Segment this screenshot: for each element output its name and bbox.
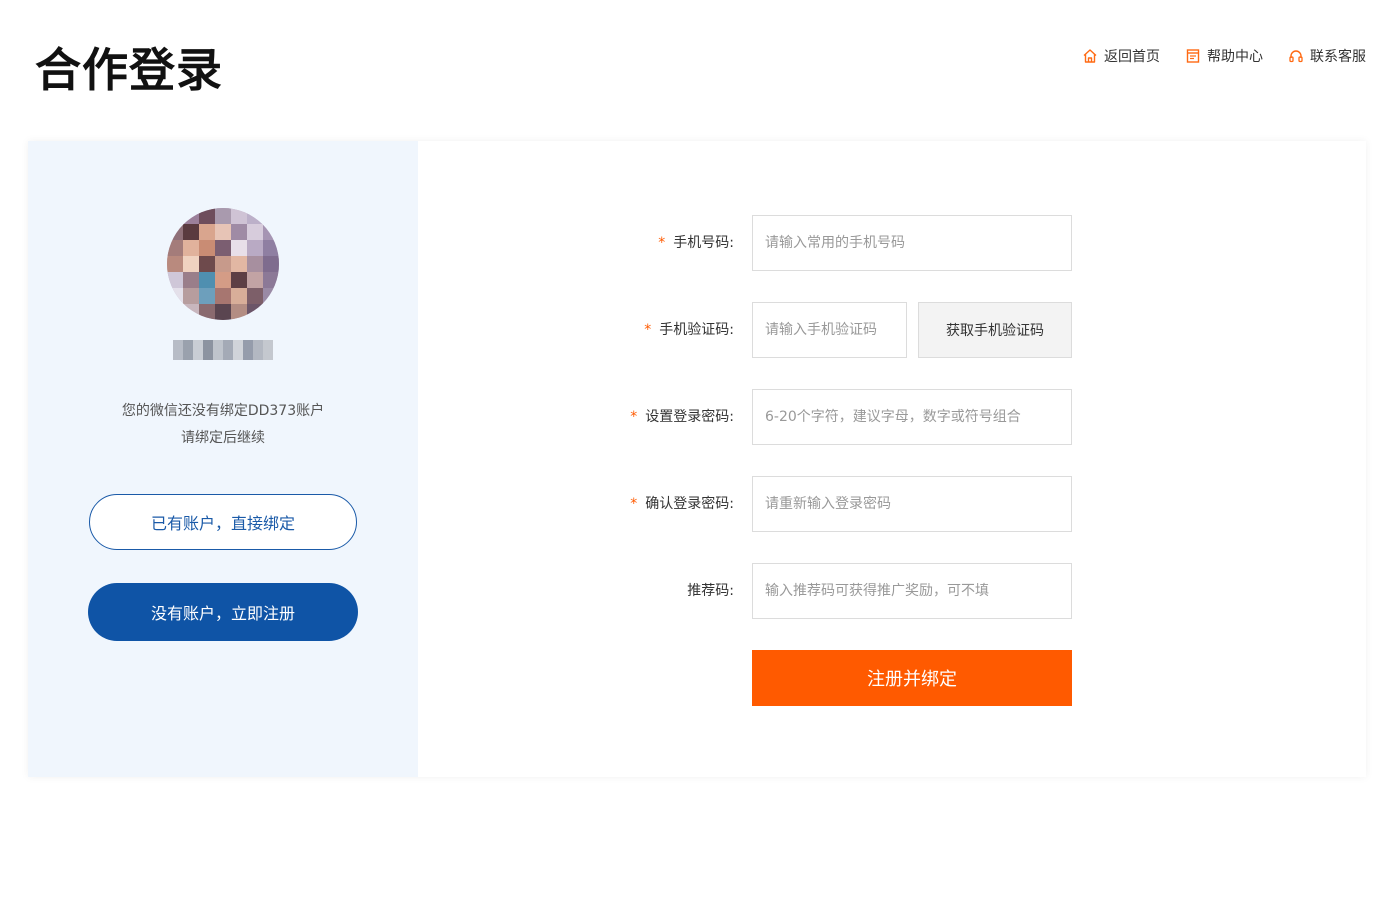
nav-home-label: 返回首页 xyxy=(1104,49,1160,65)
get-sms-code-button[interactable]: 获取手机验证码 xyxy=(918,302,1072,358)
sms-code-row: *手机验证码: 获取手机验证码 xyxy=(418,302,1366,358)
bind-message-line2: 请绑定后继续 xyxy=(181,430,265,446)
confirm-password-row: * 确认登录密码: xyxy=(418,476,1366,532)
nav-help-label: 帮助中心 xyxy=(1207,49,1263,65)
nav-support-label: 联系客服 xyxy=(1310,49,1366,65)
account-info-panel: 您的微信还没有绑定DD373账户 请绑定后继续 已有账户，直接绑定 没有账户，立… xyxy=(28,141,418,777)
home-icon xyxy=(1083,49,1097,63)
phone-label: * 手机号码: xyxy=(658,235,734,251)
book-icon xyxy=(1186,49,1200,63)
required-mark: * xyxy=(658,235,666,251)
page-title: 合作登录 xyxy=(35,43,223,97)
avatar xyxy=(167,208,279,320)
bind-existing-account-button[interactable]: 已有账户，直接绑定 xyxy=(89,494,357,550)
nickname-blurred xyxy=(173,340,273,360)
referral-row: 推荐码: xyxy=(418,563,1366,619)
required-mark: * xyxy=(630,496,638,512)
top-nav: 返回首页 帮助中心 联系客服 xyxy=(1057,44,1366,68)
confirm-password-input[interactable] xyxy=(752,476,1072,532)
password-label: * 设置登录密码: xyxy=(630,409,734,425)
nav-help-link[interactable]: 帮助中心 xyxy=(1185,44,1263,68)
headset-icon xyxy=(1289,50,1303,63)
bind-message-line1: 您的微信还没有绑定DD373账户 xyxy=(121,403,325,419)
nav-support-link[interactable]: 联系客服 xyxy=(1288,44,1366,68)
register-and-bind-button[interactable]: 注册并绑定 xyxy=(752,650,1072,706)
required-mark: * xyxy=(644,322,652,338)
nav-home-link[interactable]: 返回首页 xyxy=(1082,44,1160,68)
password-row: * 设置登录密码: xyxy=(418,389,1366,445)
register-now-button[interactable]: 没有账户，立即注册 xyxy=(88,583,358,641)
required-mark: * xyxy=(630,409,638,425)
referral-label: 推荐码: xyxy=(687,583,734,599)
password-input[interactable] xyxy=(752,389,1072,445)
phone-input[interactable] xyxy=(752,215,1072,271)
sms-code-input[interactable] xyxy=(752,302,907,358)
referral-input[interactable] xyxy=(752,563,1072,619)
sms-code-label: * 手机验证码: xyxy=(644,322,734,338)
binding-panel: 您的微信还没有绑定DD373账户 请绑定后继续 已有账户，直接绑定 没有账户，立… xyxy=(28,141,1366,777)
bind-message: 您的微信还没有绑定DD373账户 请绑定后继续 xyxy=(28,398,418,452)
confirm-password-label: * 确认登录密码: xyxy=(630,496,734,512)
register-form: *手机号码: *手机验证码: 获取手机验证码 *设置登录密码: *确认登录密码:… xyxy=(418,141,1366,777)
phone-row: * 手机号码: xyxy=(418,215,1366,271)
